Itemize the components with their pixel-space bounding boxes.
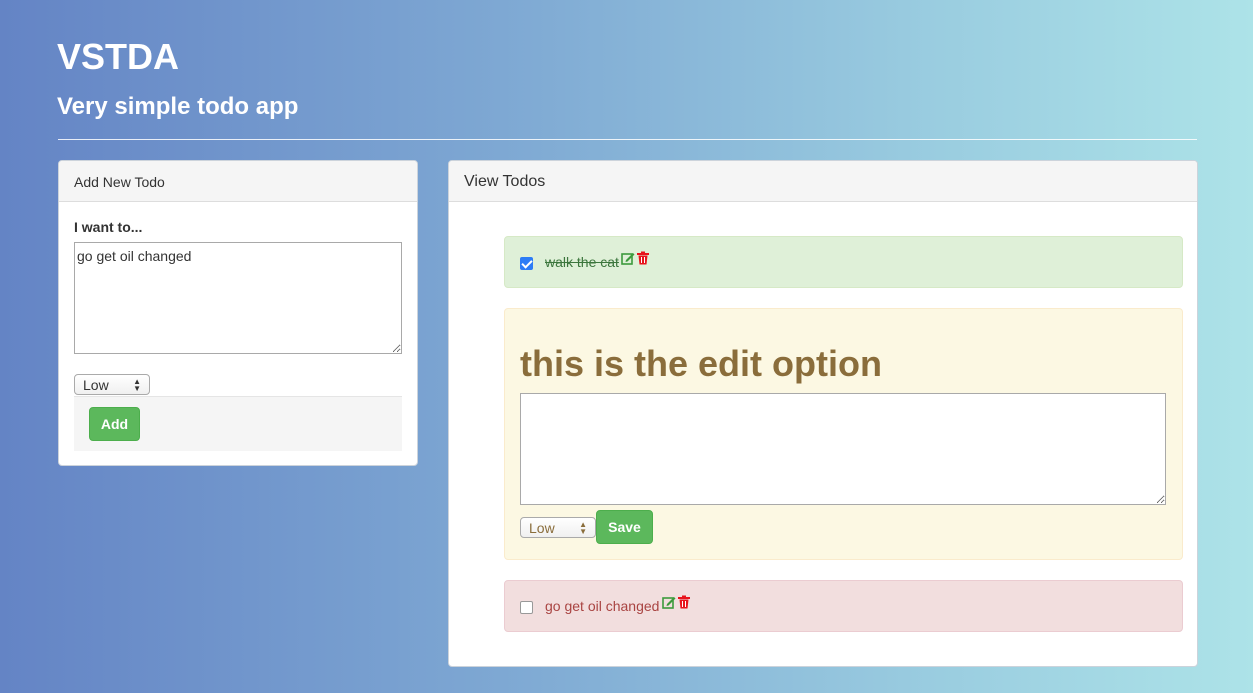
edit-priority-value: Low [529,519,555,536]
add-button[interactable]: Add [89,407,140,441]
app-title: VSTDA [57,36,180,77]
todo-text-label: I want to... [74,219,143,235]
todo-item: walk the cat [504,236,1183,288]
todo-text: walk the cat [545,254,619,270]
todo-item: go get oil changed [504,580,1183,632]
new-todo-priority-select[interactable]: Low ▲ ▼ [74,374,150,395]
header-divider [58,139,1197,140]
todo-text: go get oil changed [545,598,660,614]
edit-icon[interactable] [662,595,676,609]
select-arrows-icon: ▲ ▼ [579,519,587,536]
trash-icon[interactable] [636,251,650,265]
priority-select-value: Low [83,376,109,393]
trash-icon[interactable] [677,595,691,609]
edit-priority-select[interactable]: Low ▲ ▼ [520,517,596,538]
select-arrows-icon: ▲ ▼ [133,376,141,393]
view-panel-heading: View Todos [449,161,1197,202]
add-panel-footer: Add [74,396,402,451]
new-todo-textarea[interactable]: go get oil changed [74,242,402,354]
todo-checkbox[interactable] [520,601,533,614]
app-subtitle: Very simple todo app [57,93,299,120]
todo-edit-form: this is the edit option Low ▲ ▼ Save [504,308,1183,560]
view-todos-panel: View Todos walk the cat this is the edit… [448,160,1198,667]
edit-todo-textarea[interactable] [520,393,1166,505]
edit-heading: this is the edit option [520,343,882,384]
add-todo-panel: Add New Todo I want to... go get oil cha… [58,160,418,466]
todo-checkbox[interactable] [520,257,533,270]
add-panel-heading: Add New Todo [59,161,417,202]
save-button[interactable]: Save [596,510,653,544]
edit-icon[interactable] [621,251,635,265]
